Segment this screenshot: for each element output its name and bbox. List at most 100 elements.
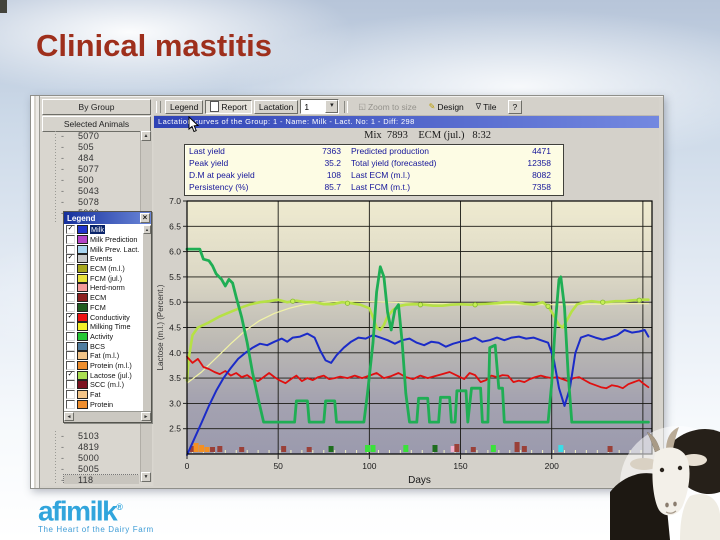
animal-list-item[interactable]: - 4819	[42, 442, 139, 453]
afimilk-logo: afimilk® The Heart of the Dairy Farm	[38, 494, 154, 535]
legend-item[interactable]: Activity	[65, 331, 142, 342]
lactation-select[interactable]: 1 ▾	[300, 99, 340, 114]
animal-list-item[interactable]: - 5078	[42, 197, 139, 208]
legend-window-titlebar[interactable]: Legend ×	[64, 212, 151, 224]
checkbox-icon[interactable]	[66, 283, 75, 293]
stat-label: Peak yield	[189, 158, 229, 168]
lactation-button[interactable]: Lactation	[253, 99, 299, 114]
animal-list-item[interactable]: - 484	[42, 153, 139, 164]
window-splitter[interactable]	[31, 96, 40, 488]
legend-item[interactable]: ✓ Milk	[65, 225, 142, 235]
event-marker	[454, 444, 460, 452]
color-swatch	[77, 244, 88, 254]
checkbox-icon[interactable]	[66, 399, 75, 409]
legend-item[interactable]: ✓ Conductivity	[65, 312, 142, 322]
corner-artifact	[0, 0, 7, 13]
checkbox-icon[interactable]	[66, 351, 75, 361]
animal-list-item[interactable]: - 5000	[42, 453, 139, 464]
scroll-right-icon[interactable]: ►	[141, 412, 151, 421]
event-marker	[370, 445, 376, 452]
checkbox-icon[interactable]	[66, 390, 75, 400]
close-icon[interactable]: ×	[140, 213, 150, 223]
hscroll-track[interactable]	[74, 412, 141, 422]
legend-window-title: Legend	[67, 213, 96, 223]
event-marker	[521, 446, 527, 452]
color-swatch	[77, 293, 88, 303]
legend-item[interactable]: BCS	[65, 341, 142, 351]
color-swatch	[77, 302, 88, 312]
toolbar-separator	[344, 100, 349, 113]
legend-item[interactable]: SCC (m.l.)	[65, 380, 142, 390]
legend-scrollbar[interactable]	[143, 234, 151, 411]
chart-title-bar: Lactation curves of the Group: 1 - Name:…	[154, 116, 659, 128]
legend-scroll-up-icon[interactable]: ▲	[143, 225, 151, 234]
checkbox-icon[interactable]	[66, 341, 75, 351]
slide-canvas: Clinical mastitis By Group Selected Anim…	[0, 0, 720, 540]
legend-item[interactable]: Fat (m.l.)	[65, 351, 142, 361]
checkbox-icon[interactable]	[66, 293, 75, 303]
legend-item[interactable]: ✓ Lactose (jul.)	[65, 370, 142, 380]
toolbar-grip[interactable]	[156, 100, 161, 113]
animal-list-item[interactable]: -118	[42, 474, 139, 484]
checkbox-icon[interactable]	[66, 380, 75, 390]
animal-list-top: -5070-505-484-5077-500-5043-5078-5000	[42, 131, 139, 223]
scroll-up-icon[interactable]: ▲	[141, 131, 151, 141]
checkbox-icon[interactable]: ✓	[66, 370, 75, 380]
color-swatch	[77, 341, 88, 351]
legend-item[interactable]: ✓ Events	[65, 254, 142, 264]
legend-item[interactable]: Protein (m.l.)	[65, 360, 142, 371]
scroll-left-icon[interactable]: ◄	[64, 412, 74, 421]
animal-id: 5000	[78, 453, 100, 463]
chart-panel: Legend Report Lactation 1 ▾ ◱ Zoom to si…	[154, 98, 659, 486]
legend-item[interactable]: Herd-norm	[65, 283, 142, 293]
animal-list-item[interactable]: - 500	[42, 175, 139, 186]
checkbox-icon[interactable]	[66, 264, 75, 274]
checkbox-icon[interactable]: ✓	[66, 312, 75, 322]
design-button[interactable]: ✎ Design	[424, 99, 469, 115]
checkbox-icon[interactable]	[66, 331, 75, 341]
legend-button[interactable]: Legend	[165, 99, 204, 114]
help-button[interactable]: ?	[507, 99, 523, 114]
checkbox-icon[interactable]	[66, 244, 75, 254]
by-group-button[interactable]: By Group	[42, 99, 151, 115]
animal-list-item[interactable]: - 5070	[42, 131, 139, 142]
event-marker	[365, 445, 371, 452]
ytick-label: 4.0	[169, 348, 181, 358]
legend-item[interactable]: FCM	[65, 302, 142, 313]
legend-item-label: Protein	[90, 399, 114, 409]
series-activity	[185, 247, 650, 424]
legend-item[interactable]: Milk Prediction	[65, 235, 142, 245]
scroll-down-icon[interactable]: ▼	[141, 472, 151, 482]
checkbox-icon[interactable]	[66, 360, 75, 370]
legend-item[interactable]: ECM (m.l.)	[65, 264, 142, 274]
legend-hscrollbar[interactable]: ◄ ►	[64, 411, 151, 422]
lactation-chart[interactable]: 2.5 3.0 3.5 4.0 4.5 5.0 5.5 6.0 6.5 7.0 0 50 100 150 2…	[154, 194, 656, 486]
legend-item[interactable]: Milk Prev. Lact.	[65, 244, 142, 254]
animal-list-item[interactable]: - 5005	[42, 464, 139, 475]
checkbox-icon[interactable]	[66, 273, 75, 283]
legend-item[interactable]: FCM (jul.)	[65, 273, 142, 283]
event-marker	[432, 445, 438, 452]
animal-list-item[interactable]: - 5103	[42, 431, 139, 442]
stat-label: Predicted production	[351, 146, 429, 156]
event-marker	[490, 445, 496, 452]
legend-item[interactable]: Milking Time	[65, 322, 142, 332]
zoom-to-size-button[interactable]: ◱ Zoom to size	[353, 99, 421, 115]
legend-item[interactable]: Fat	[65, 390, 142, 400]
checkbox-icon[interactable]	[66, 322, 75, 332]
tile-button[interactable]: ∇ Tile	[471, 99, 502, 115]
chevron-down-icon[interactable]: ▾	[325, 100, 339, 113]
checkbox-icon[interactable]: ✓	[66, 254, 75, 264]
checkbox-icon[interactable]	[66, 302, 75, 312]
xtick-label: 50	[273, 461, 283, 471]
selected-animals-button[interactable]: Selected Animals	[42, 116, 151, 132]
report-button[interactable]: Report	[205, 99, 252, 114]
legend-item[interactable]: Protein	[65, 399, 142, 409]
checkbox-icon[interactable]: ✓	[66, 225, 75, 235]
checkbox-icon[interactable]	[66, 235, 75, 245]
legend-item[interactable]: ECM	[65, 293, 142, 303]
animal-id: 500	[78, 175, 94, 185]
animal-list-item[interactable]: - 5043	[42, 186, 139, 197]
animal-list-item[interactable]: - 5077	[42, 164, 139, 175]
animal-list-item[interactable]: - 505	[42, 142, 139, 153]
